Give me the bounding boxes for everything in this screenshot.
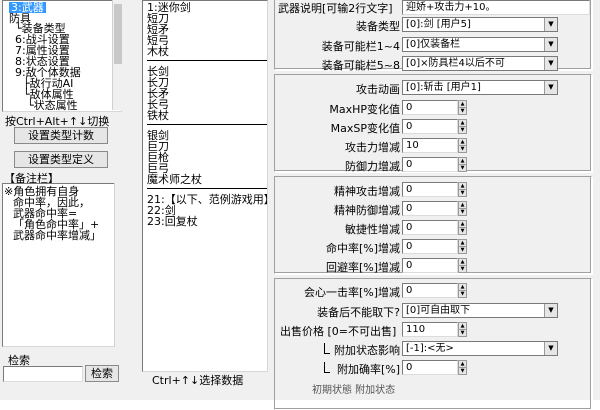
tree-connector-icon — [324, 362, 330, 373]
crit-spin[interactable]: ▲ ▼ — [458, 283, 467, 298]
set-type-define-button[interactable]: 设置类型定义 — [14, 151, 108, 168]
notes-scrollbar[interactable] — [114, 183, 125, 347]
right-panel: 武器说明[可输2行文字] 迎娇+攻击力+10。 装备类型 [0]:剑 [用户5]… — [272, 0, 600, 410]
middle-panel: 1:迷你剑 短刀 短矛 短弓 木杖 长剑 长刀 长矛 长弓 铁杖 银剑 巨刀 巨枪 巨弓 魔术师之杖 21:【… — [128, 0, 270, 400]
slot-5-8-label: 装备可能栏5~8 — [321, 59, 400, 72]
list-item[interactable]: 木杖 — [147, 46, 169, 57]
maxhp-input[interactable]: 0 — [402, 100, 458, 115]
tree-scroll-thumb[interactable] — [114, 4, 122, 64]
slot-1-4-value: [0]仅装备栏 — [406, 39, 461, 50]
chevron-down-icon[interactable]: ▼ — [544, 81, 557, 94]
tree-item[interactable]: └状态属性 — [27, 100, 78, 111]
notes-box[interactable]: ※角色拥有自身 命中率，因此， 武器命中率= 「角色命中率」+ 武器命中率增减」 — [2, 183, 118, 347]
state-rate-spin[interactable]: ▲ ▼ — [458, 360, 467, 375]
state-effect-label: 附加状态影响 — [334, 344, 400, 357]
desc-label: 武器说明[可输2行文字] — [278, 2, 393, 15]
maxhp-label: MaxHP变化值 — [329, 103, 400, 116]
state-rate-label: 附加确率[%] — [336, 363, 400, 376]
hit-spin[interactable]: ▲ ▼ — [458, 239, 467, 254]
def-spin[interactable]: ▲ ▼ — [458, 157, 467, 172]
agi-spin[interactable]: ▲ ▼ — [458, 220, 467, 235]
def-label: 防御力增减 — [345, 160, 400, 173]
attack-anim-label: 攻击动画 — [356, 83, 400, 96]
notes-line: 武器命中率增减」 — [13, 229, 101, 242]
tree-connector-icon — [324, 343, 330, 354]
list-separator — [147, 188, 267, 189]
maxsp-input[interactable]: 0 — [402, 119, 458, 134]
matk-input[interactable]: 0 — [402, 182, 458, 197]
hit-input[interactable]: 0 — [402, 239, 458, 254]
list-item[interactable]: 铁杖 — [147, 110, 169, 121]
eva-input[interactable]: 0 — [402, 258, 458, 273]
crit-input[interactable]: 0 — [402, 283, 458, 298]
mdef-input[interactable]: 0 — [402, 201, 458, 216]
mdef-spin[interactable]: ▲ ▼ — [458, 201, 467, 216]
search-button[interactable]: 检索 — [85, 365, 119, 382]
attack-anim-select[interactable]: [0]:斩击 [用户1] ▼ — [402, 80, 558, 95]
state-rate-input[interactable]: 0 — [402, 360, 458, 375]
list-separator — [147, 124, 267, 125]
chevron-down-icon[interactable]: ▼ — [544, 304, 557, 317]
desc-input[interactable]: 迎娇+攻击力+10。 — [402, 0, 590, 15]
unequip-select[interactable]: [0]可自由取下 ▼ — [402, 303, 558, 318]
list-separator — [147, 60, 267, 61]
def-input[interactable]: 0 — [402, 157, 458, 172]
left-panel: 3:武器 防具 └装备类型 6:战斗设置 7:属性设置 8:状态设置 9:敌个体数据 ├敌行动… — [0, 0, 128, 400]
mdef-label: 精神防御增减 — [334, 204, 400, 217]
matk-label: 精神攻击增减 — [334, 185, 400, 198]
agi-input[interactable]: 0 — [402, 220, 458, 235]
hit-label: 命中率[%]增减 — [325, 242, 400, 255]
matk-spin[interactable]: ▲ ▼ — [458, 182, 467, 197]
price-spin[interactable]: ▲ ▼ — [458, 322, 467, 337]
equip-type-select[interactable]: [0]:剑 [用户5] ▼ — [402, 17, 558, 32]
eva-label: 回避率[%]增减 — [325, 261, 400, 274]
list-item[interactable]: 23:回复杖 — [147, 216, 198, 227]
weapon-list[interactable]: 1:迷你剑 短刀 短矛 短弓 木杖 长剑 长刀 长矛 长弓 铁杖 银剑 巨刀 巨枪 巨弓 魔术师之杖 21:【… — [142, 0, 268, 372]
search-input[interactable] — [3, 366, 83, 382]
tree-scrollbar[interactable] — [112, 0, 123, 110]
slot-1-4-label: 装备可能栏1~4 — [321, 40, 400, 53]
unequip-label: 装备后不能取下? — [317, 306, 400, 319]
crit-label: 会心一击率[%]增减 — [303, 286, 400, 299]
attack-anim-value: [0]:斩击 [用户1] — [406, 82, 481, 93]
price-label: 出售价格 [0=不可出售] — [280, 325, 397, 338]
state-effect-value: [-1]:<无> — [406, 343, 454, 354]
chevron-down-icon[interactable]: ▼ — [544, 38, 557, 51]
chevron-down-icon[interactable]: ▼ — [544, 57, 557, 70]
maxhp-spin[interactable]: ▲ ▼ — [458, 100, 467, 115]
atk-label: 攻击力增减 — [345, 141, 400, 154]
chevron-down-icon[interactable]: ▼ — [544, 342, 557, 355]
agi-label: 敏捷性增减 — [345, 223, 400, 236]
maxsp-label: MaxSP变化值 — [330, 122, 400, 135]
cut-off-label: 初期状態 附加状态 — [312, 385, 396, 396]
atk-input[interactable]: 10 — [402, 138, 458, 153]
set-type-count-button[interactable]: 设置类型计数 — [14, 127, 108, 144]
atk-spin[interactable]: ▲ ▼ — [458, 138, 467, 153]
slot-5-8-select[interactable]: [0]×防具栏4以后不可 ▼ — [402, 56, 558, 71]
equip-type-label: 装备类型 — [356, 20, 400, 33]
equip-type-value: [0]:剑 [用户5] — [406, 19, 471, 30]
chevron-down-icon[interactable]: ▼ — [544, 18, 557, 31]
slot-1-4-select[interactable]: [0]仅装备栏 ▼ — [402, 37, 558, 52]
unequip-value: [0]可自由取下 — [406, 305, 471, 316]
category-tree[interactable]: 3:武器 防具 └装备类型 6:战斗设置 7:属性设置 8:状态设置 9:敌个体数据 ├敌行动… — [2, 0, 122, 112]
eva-spin[interactable]: ▲ ▼ — [458, 258, 467, 273]
maxsp-spin[interactable]: ▲ ▼ — [458, 119, 467, 134]
slot-5-8-value: [0]×防具栏4以后不可 — [406, 58, 505, 69]
state-effect-select[interactable]: [-1]:<无> ▼ — [402, 341, 558, 356]
price-input[interactable]: 110 — [402, 322, 458, 337]
list-item[interactable]: 魔术师之杖 — [147, 174, 202, 185]
select-hint: Ctrl+↑↓选择数据 — [152, 374, 244, 387]
